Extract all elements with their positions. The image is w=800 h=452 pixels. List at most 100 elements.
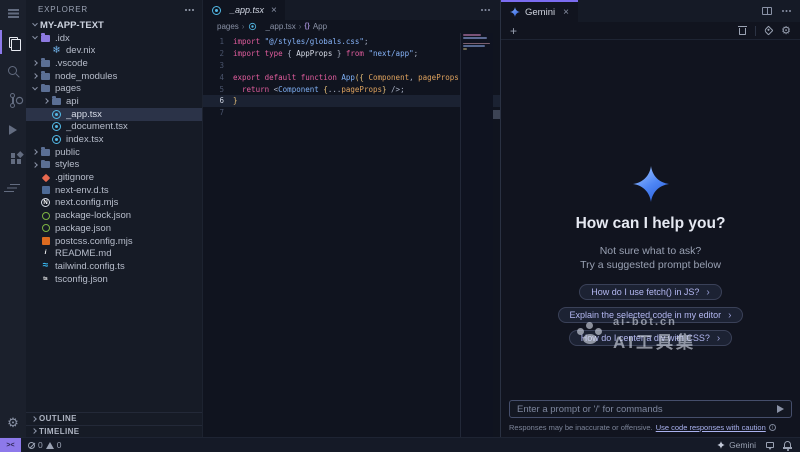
tree-item-api[interactable]: api [26, 95, 202, 108]
react-icon [51, 109, 62, 120]
tag-icon[interactable] [764, 26, 774, 36]
new-chat-button[interactable]: + [510, 24, 517, 38]
tree-item-package-lock-json[interactable]: package-lock.json [26, 209, 202, 222]
tree-item-pages[interactable]: pages [26, 82, 202, 95]
symbol-namespace-icon: {} [304, 23, 309, 30]
panel-more-icon[interactable] [782, 10, 784, 12]
outline-section[interactable]: OUTLINE [26, 412, 202, 425]
tab-gemini[interactable]: Gemini × [501, 0, 578, 22]
folder-icon [40, 58, 51, 69]
tree-item-dev-nix[interactable]: ❄dev.nix [26, 44, 202, 57]
breadcrumb-app-tsx[interactable]: _app.tsx [247, 21, 295, 32]
breadcrumb-pages[interactable]: pages [217, 22, 239, 31]
tree-item-styles[interactable]: styles [26, 159, 202, 172]
trash-icon[interactable] [739, 28, 746, 35]
chevron-right-icon: › [706, 287, 709, 298]
folder-icon [40, 159, 51, 170]
gemini-sparkle-icon [510, 7, 520, 17]
panel-tab-close-icon[interactable]: × [563, 7, 569, 18]
settings-gear-icon[interactable]: ⚙ [0, 409, 26, 437]
feedback-icon[interactable] [766, 442, 774, 448]
suggested-prompt-2[interactable]: Explain the selected code in my editor› [558, 307, 744, 323]
tree-item-next-config-mjs[interactable]: Nnext.config.mjs [26, 197, 202, 210]
warnings-icon [46, 442, 54, 449]
code-editor[interactable]: 1import "@/styles/globals.css";2import t… [203, 33, 500, 437]
suggested-prompt-3[interactable]: How do I center a div with CSS?› [569, 330, 732, 346]
tab-close-icon[interactable]: × [271, 5, 277, 16]
file-tree: MY-APP-TEXT .idx❄dev.nix.vscode node_modu… [26, 19, 202, 412]
tree-item-public[interactable]: public [26, 146, 202, 159]
errors-icon [28, 442, 35, 449]
breadcrumb-app-symbol[interactable]: {} App [304, 22, 327, 31]
tree-item--gitignore[interactable]: .gitignore [26, 171, 202, 184]
editor-scrollbar[interactable] [493, 110, 500, 119]
tree-item--vscode[interactable]: .vscode [26, 57, 202, 70]
timeline-section[interactable]: TIMELINE [26, 425, 202, 438]
tree-item-postcss-config-mjs[interactable]: postcss.config.mjs [26, 235, 202, 248]
tree-item--document-tsx[interactable]: _document.tsx [26, 121, 202, 134]
tree-item-label: _app.tsx [66, 109, 102, 120]
gemini-heading: How can I help you? [576, 215, 726, 233]
extensions-icon[interactable] [0, 144, 26, 173]
tree-item-label: node_modules [55, 71, 117, 82]
breadcrumb: pages › _app.tsx › {} App [203, 20, 500, 33]
chevron-right-icon: › [717, 333, 720, 344]
next-icon: N [40, 197, 51, 208]
split-editor-icon[interactable] [762, 7, 772, 15]
tree-item-label: pages [55, 83, 81, 94]
tree-item-tsconfig-json[interactable]: tstsconfig.json [26, 273, 202, 286]
code-line-7[interactable]: 7 [203, 107, 500, 119]
problems-status[interactable]: 0 0 [28, 440, 61, 450]
logs-icon[interactable] [0, 173, 26, 202]
tree-item-tailwind-config-ts[interactable]: ≈ tailwind.config.ts [26, 260, 202, 273]
tree-item-label: next-env.d.ts [55, 185, 109, 196]
prompt-input[interactable] [517, 404, 777, 415]
explorer-title: EXPLORER [38, 5, 88, 14]
run-debug-icon[interactable] [0, 115, 26, 144]
source-control-icon[interactable] [0, 86, 26, 115]
code-line-4[interactable]: 4export default function App({ Component… [203, 71, 500, 83]
git-icon [40, 172, 51, 183]
line-number: 6 [203, 96, 233, 105]
explorer-icon[interactable] [0, 27, 26, 57]
menu-icon[interactable] [0, 0, 26, 27]
tree-item-next-env-d-ts[interactable]: next-env.d.ts [26, 184, 202, 197]
search-icon[interactable] [0, 57, 26, 86]
explorer-more-icon[interactable] [185, 9, 187, 11]
folder-icon [40, 83, 51, 94]
gemini-status-item[interactable]: Gemini [717, 440, 756, 450]
tree-item--app-tsx[interactable]: _app.tsx [26, 108, 202, 121]
gemini-toolbar: + ⚙ [501, 22, 800, 40]
code-line-1[interactable]: 1import "@/styles/globals.css"; [203, 36, 500, 48]
code-line-3[interactable]: 3 [203, 60, 500, 72]
editor-actions-icon[interactable] [481, 9, 483, 11]
tree-item-label: next.config.mjs [55, 197, 118, 208]
tw-icon: ≈ [40, 261, 51, 272]
react-icon [211, 5, 222, 16]
code-line-6[interactable]: 6} [203, 95, 500, 107]
code-line-5[interactable]: 5 return <Component {...pageProps} />; [203, 83, 500, 95]
workspace-root[interactable]: MY-APP-TEXT [26, 19, 202, 32]
tab-app-tsx[interactable]: _app.tsx × [203, 0, 285, 20]
code-line-2[interactable]: 2import type { AppProps } from "next/app… [203, 48, 500, 60]
tree-item-package-json[interactable]: package.json [26, 222, 202, 235]
tree-item-readme-md[interactable]: iREADME.md [26, 247, 202, 260]
tree-item-index-tsx[interactable]: index.tsx [26, 133, 202, 146]
send-icon[interactable] [777, 405, 784, 413]
tree-item-node-modules[interactable]: node_modules [26, 70, 202, 83]
tree-item-label: tailwind.config.ts [55, 261, 125, 272]
gemini-settings-icon[interactable]: ⚙ [781, 25, 791, 36]
remote-indicator[interactable]: >< [0, 438, 21, 452]
json-icon [40, 210, 51, 221]
chevron-right-icon: › [728, 310, 731, 321]
caution-link[interactable]: Use code responses with caution [656, 423, 766, 432]
tree-item-label: package-lock.json [55, 210, 131, 221]
suggested-prompt-1[interactable]: How do I use fetch() in JS?› [579, 284, 721, 300]
explorer-sidebar: EXPLORER MY-APP-TEXT .idx❄dev.nix.vscode… [26, 0, 203, 437]
notifications-bell-icon[interactable] [784, 441, 791, 447]
info-icon: i [769, 424, 776, 431]
tree-item--idx[interactable]: .idx [26, 32, 202, 45]
tree-item-label: styles [55, 159, 79, 170]
minimap[interactable] [460, 33, 493, 437]
tree-item-label: .vscode [55, 58, 88, 69]
